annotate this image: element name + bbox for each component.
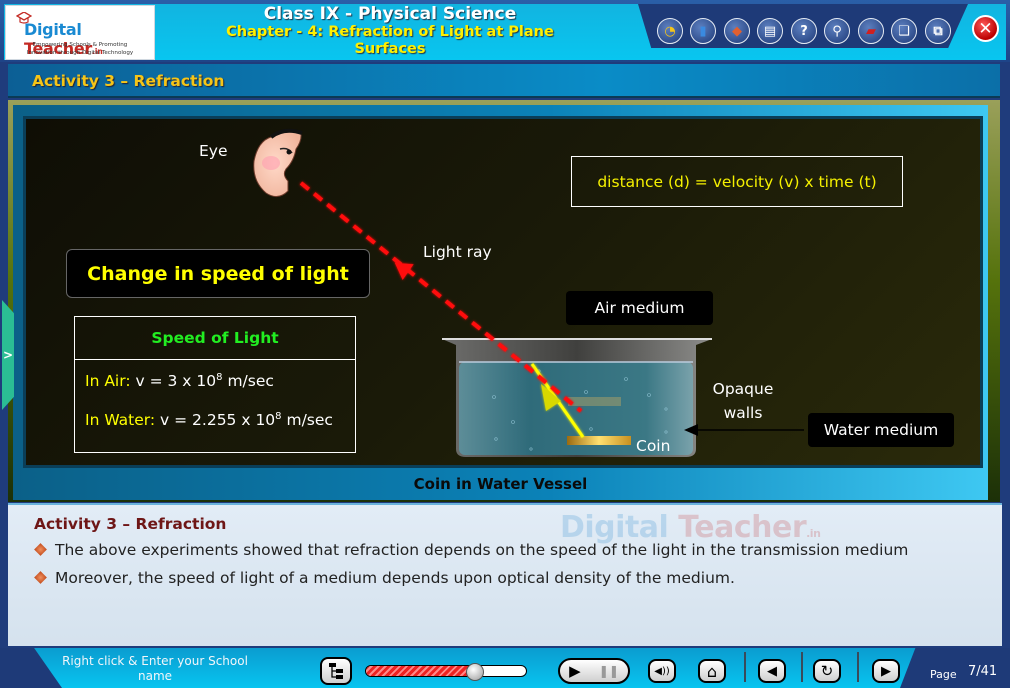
dashboard-folder-icon: ◔ xyxy=(664,23,676,39)
medium-label: In Air: xyxy=(85,372,131,391)
play-pause-button[interactable]: ▶ ❚❚ xyxy=(558,658,630,684)
app-window: Digital Teacher.in Empowering Schools & … xyxy=(0,0,1010,688)
animation-stage: Eye Light ray distance (d) = velocity (v… xyxy=(23,116,983,468)
apparent-coin-image xyxy=(568,397,621,406)
speed-value: v = 2.255 x 10 xyxy=(160,411,276,430)
course-title: Class IX - Physical Science xyxy=(263,4,517,24)
description-panel: Digital Teacher.in Activity 3 – Refracti… xyxy=(8,503,1002,646)
activity-bar: Activity 3 – Refraction xyxy=(8,64,1000,98)
speaker-icon: ◀)) xyxy=(654,665,670,677)
replay-icon: ↻ xyxy=(820,662,834,680)
play-icon[interactable]: ▶ xyxy=(569,662,581,680)
coin xyxy=(567,436,631,445)
opaque-walls-line2: walls xyxy=(723,404,763,422)
window-resize-button[interactable]: ⧉ xyxy=(925,18,951,44)
chapter-title: Chapter - 4: Refraction of Light at Plan… xyxy=(226,24,554,57)
footer-separator xyxy=(744,652,746,682)
header: Digital Teacher.in Empowering Schools & … xyxy=(0,0,1010,62)
change-in-speed-heading: Change in speed of light xyxy=(66,249,370,298)
diamond-bullet-icon xyxy=(34,543,47,556)
bullet-item: Moreover, the speed of light of a medium… xyxy=(34,569,735,587)
home-button[interactable]: ⌂ xyxy=(698,659,726,683)
reference-book-button[interactable]: ▮ xyxy=(690,18,716,44)
previous-icon: ◀ xyxy=(767,663,777,679)
open-book-button[interactable]: ❑ xyxy=(891,18,917,44)
progress-fill xyxy=(366,666,475,676)
sitemap-icon xyxy=(329,663,343,679)
speed-of-light-table: Speed of Light In Air: v = 3 x 108 m/sec… xyxy=(74,316,356,453)
bullet-text: The above experiments showed that refrac… xyxy=(55,541,909,559)
speed-row-water: In Water: v = 2.255 x 108 m/sec xyxy=(85,411,333,429)
page-number: 7/41 xyxy=(968,664,998,679)
footer-separator xyxy=(857,652,859,682)
eye-label: Eye xyxy=(199,142,228,160)
speed-row-air: In Air: v = 3 x 108 m/sec xyxy=(85,372,274,390)
speed-table-heading: Speed of Light xyxy=(75,317,355,360)
sound-button[interactable]: ◀)) xyxy=(648,659,676,683)
pause-icon[interactable]: ❚❚ xyxy=(599,664,619,678)
eye-face-icon xyxy=(253,128,303,197)
school-name-field[interactable]: Right click & Enter your School name xyxy=(60,654,250,684)
side-panel-toggle[interactable]: > xyxy=(2,300,14,410)
open-book-icon: ❑ xyxy=(898,23,910,39)
progress-bar[interactable] xyxy=(365,665,527,677)
pdf-book-button[interactable]: ▰ xyxy=(858,18,884,44)
replay-button[interactable]: ↻ xyxy=(813,659,841,683)
diamond-bullet-icon xyxy=(34,571,47,584)
close-button[interactable]: ✕ xyxy=(972,15,999,42)
stage-caption: Coin in Water Vessel xyxy=(413,475,588,493)
next-icon: ▶ xyxy=(881,663,891,679)
next-page-button[interactable]: ▶ xyxy=(872,659,900,683)
logo-brand-primary: Digital xyxy=(24,20,82,39)
page-label: Page xyxy=(930,668,957,681)
logo-tagline-1: Empowering Schools & Promoting xyxy=(32,42,128,48)
watermark-logo: Digital Teacher.in xyxy=(560,510,821,545)
speed-unit: m/sec xyxy=(281,411,333,430)
previous-page-button[interactable]: ◀ xyxy=(758,659,786,683)
watermark-suffix: .in xyxy=(806,527,821,540)
close-icon: ✕ xyxy=(978,18,993,39)
footer-corner xyxy=(0,648,62,688)
window-resize-icon: ⧉ xyxy=(933,23,943,39)
activity-title: Activity 3 – Refraction xyxy=(32,72,225,90)
watermark-secondary: Teacher xyxy=(678,510,807,545)
pdf-book-icon: ▰ xyxy=(866,23,876,39)
drawing-board-icon: ◆ xyxy=(732,23,742,39)
bullet-item: The above experiments showed that refrac… xyxy=(34,541,908,559)
speed-value: v = 3 x 10 xyxy=(135,372,217,391)
topic-tree-button[interactable] xyxy=(320,657,352,685)
bullet-text: Moreover, the speed of light of a medium… xyxy=(55,569,735,587)
panel-title: Activity 3 – Refraction xyxy=(34,515,227,533)
formula-box: distance (d) = velocity (v) x time (t) xyxy=(571,156,903,207)
speed-unit: m/sec xyxy=(222,372,274,391)
medium-label: In Water: xyxy=(85,411,156,430)
stage-frame: Eye Light ray distance (d) = velocity (v… xyxy=(8,100,1000,502)
notepad-icon: ▤ xyxy=(763,23,777,39)
notepad-button[interactable]: ▤ xyxy=(757,18,783,44)
stage-inner: Eye Light ray distance (d) = velocity (v… xyxy=(13,105,988,500)
logo-tagline-2: Innovation through Digital Technology xyxy=(26,50,134,56)
footer-separator xyxy=(801,652,803,682)
coin-label: Coin xyxy=(636,437,671,455)
watermark-primary: Digital xyxy=(560,510,669,545)
help-button[interactable]: ? xyxy=(791,18,817,44)
home-icon: ⌂ xyxy=(706,661,718,681)
light-ray-label: Light ray xyxy=(423,243,492,261)
opaque-walls-label: Opaque walls xyxy=(706,377,780,425)
opaque-walls-arrow xyxy=(684,424,804,436)
water-medium-label: Water medium xyxy=(808,413,954,447)
dashboard-button[interactable]: ◔ xyxy=(657,18,683,44)
air-medium-label: Air medium xyxy=(566,291,713,325)
ray-direction-arrow xyxy=(394,262,414,281)
search-button[interactable]: ⚲ xyxy=(824,18,850,44)
drawing-board-button[interactable]: ◆ xyxy=(724,18,750,44)
help-icon: ? xyxy=(800,23,808,39)
digital-teacher-logo: Digital Teacher.in Empowering Schools & … xyxy=(5,5,155,60)
title-block: Class IX - Physical Science Chapter - 4:… xyxy=(200,4,580,58)
chevron-right-icon: > xyxy=(2,348,14,362)
opaque-walls-line1: Opaque xyxy=(712,380,774,398)
search-zoom-icon: ⚲ xyxy=(832,23,842,39)
water-vessel xyxy=(442,338,712,457)
reference-book-icon: ▮ xyxy=(699,23,707,39)
